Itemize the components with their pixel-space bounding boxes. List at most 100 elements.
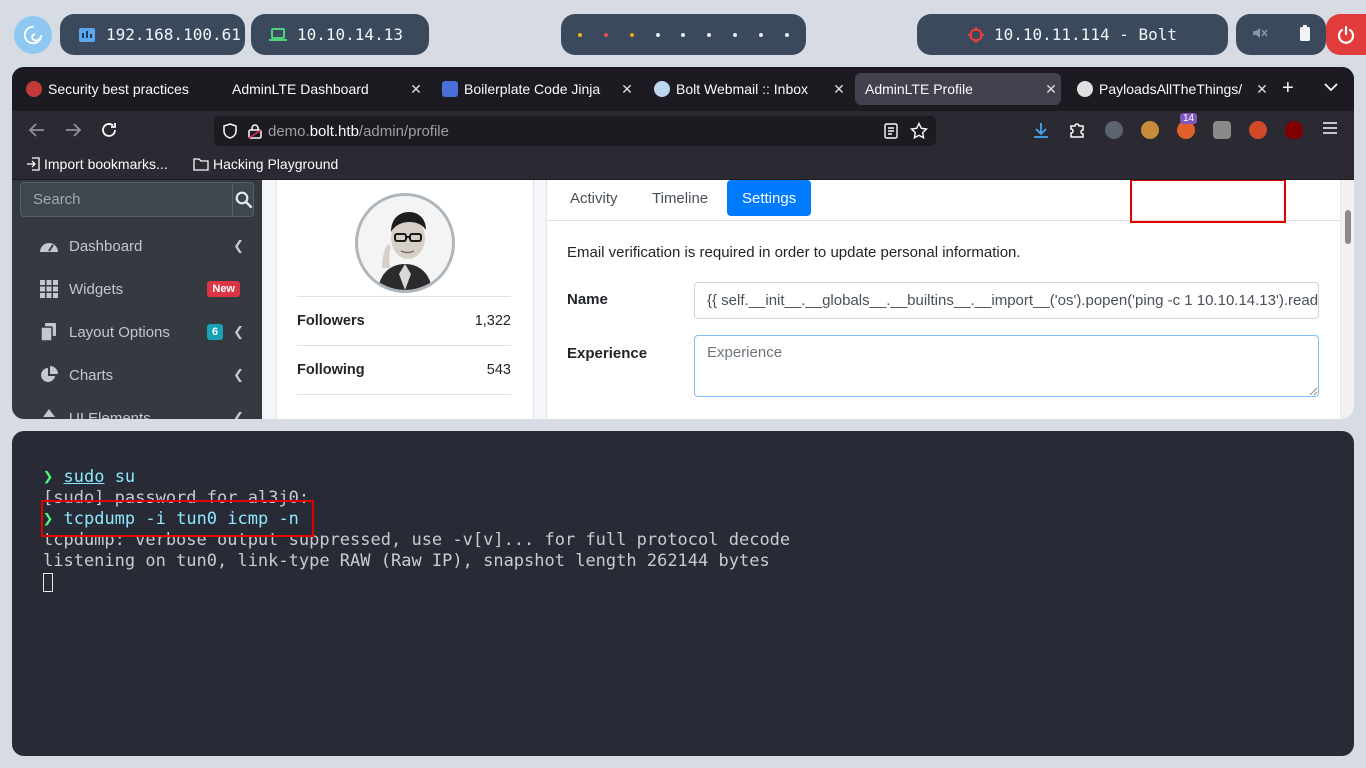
bookmark-folder-hacking-playground[interactable]: Hacking Playground [193, 156, 338, 172]
prompt-symbol: ❯ [43, 509, 54, 529]
bookmark-import[interactable]: Import bookmarks... [26, 156, 168, 172]
tab-adminlte-profile[interactable]: AdminLTE Profile ✕ [855, 73, 1061, 105]
reload-icon[interactable] [100, 121, 118, 144]
reader-view-icon[interactable] [884, 123, 898, 143]
url-subdomain: demo. [268, 122, 310, 140]
tab-label: Security best practices [48, 81, 189, 97]
workspace-dot[interactable] [759, 32, 764, 37]
close-tab-icon[interactable]: ✕ [1041, 81, 1061, 98]
workspace-dot[interactable] [629, 32, 634, 37]
power-button[interactable] [1326, 14, 1366, 55]
new-tab-plus-icon[interactable]: + [1282, 77, 1294, 100]
workspace-dot[interactable] [603, 32, 608, 37]
tab-boilerplate-code-jinja[interactable]: Boilerplate Code Jinja ✕ [432, 73, 637, 105]
local-ip-widget[interactable]: 192.168.100.61 [60, 14, 245, 55]
email-verification-notice: Email verification is required in order … [567, 244, 1021, 261]
tab-adminlte-dashboard[interactable]: AdminLTE Dashboard ✕ [222, 73, 426, 105]
browser-window: Security best practices AdminLTE Dashboa… [12, 67, 1354, 419]
workspace-dot[interactable] [655, 32, 660, 37]
volume-muted-icon[interactable] [1252, 25, 1268, 44]
chevron-left-icon: ❮ [233, 238, 244, 253]
url-bar[interactable]: demo.bolt.htb/admin/profile [214, 116, 936, 146]
lock-icon[interactable] [248, 123, 262, 139]
workspace-dot[interactable] [784, 32, 789, 37]
extension-wappalyzer-icon[interactable] [1213, 121, 1231, 139]
navigation-toolbar: demo.bolt.htb/admin/profile 14 [12, 111, 1354, 151]
back-arrow-icon[interactable] [28, 121, 46, 144]
forward-arrow-icon[interactable] [64, 121, 82, 144]
tab-label: PayloadsAllTheThings/ [1099, 81, 1243, 97]
profile-tabs: Activity Timeline Settings [547, 180, 1340, 221]
sidebar-search [20, 182, 254, 217]
close-tab-icon[interactable]: ✕ [406, 81, 426, 98]
stat-following: Following 543 [297, 345, 511, 394]
import-icon [26, 157, 40, 171]
tab-timeline[interactable]: Timeline [637, 180, 723, 216]
stat-value: 1,322 [474, 313, 511, 329]
list-all-tabs-chevron-down-icon[interactable] [1324, 79, 1338, 97]
stat-label: Followers [297, 313, 365, 329]
target-text: 10.10.11.114 - Bolt [993, 25, 1178, 44]
terminal-line-4: tcpdump: verbose output suppressed, use … [43, 530, 791, 550]
scrollbar-thumb[interactable] [1345, 210, 1351, 244]
workspace-dot[interactable] [707, 32, 712, 37]
workspace-dot[interactable] [733, 32, 738, 37]
shield-icon[interactable] [222, 123, 238, 139]
workspace-switcher[interactable] [561, 14, 806, 55]
sidebar-item-widgets[interactable]: Widgets New [38, 274, 244, 304]
os-menu-icon[interactable] [14, 16, 52, 54]
tachometer-icon [38, 238, 60, 254]
tab-payloadsallthethings[interactable]: PayloadsAllTheThings/ ✕ [1067, 73, 1272, 105]
prompt-symbol: ❯ [43, 467, 54, 487]
tab-label: Bolt Webmail :: Inbox [676, 81, 809, 97]
sidebar-item-charts[interactable]: Charts ❮ [38, 360, 244, 390]
url-text: demo.bolt.htb/admin/profile [268, 123, 449, 140]
resize-grip-icon[interactable] [1309, 387, 1317, 395]
extension-cookie-icon[interactable] [1141, 121, 1159, 139]
name-input[interactable]: {{ self.__init__.__globals__.__builtins_… [694, 282, 1319, 319]
sidebar-item-label: UI Elements [69, 409, 151, 420]
url-path: /admin/profile [358, 122, 449, 140]
sidebar-item-layout-options[interactable]: Layout Options 6 ❮ [38, 317, 244, 347]
downloads-icon[interactable] [1032, 121, 1050, 144]
tab-activity[interactable]: Activity [555, 180, 633, 216]
battery-icon[interactable] [1300, 24, 1310, 45]
target-widget[interactable]: 10.10.11.114 - Bolt [917, 14, 1228, 55]
extension-owl-icon[interactable] [1105, 121, 1123, 139]
sidebar-search-input[interactable] [21, 183, 232, 216]
terminal-window[interactable]: ❯ sudo su [sudo] password for al3j0: ❯ t… [12, 431, 1354, 756]
laptop-icon [269, 27, 287, 42]
hamburger-menu-icon[interactable] [1322, 121, 1338, 140]
command-args: su [104, 467, 136, 487]
tab-settings[interactable]: Settings [727, 180, 812, 216]
workspace-dot[interactable] [577, 32, 582, 37]
pie-chart-icon [38, 366, 60, 384]
extension-hacktools-icon[interactable] [1249, 121, 1267, 139]
boilerplate-favicon-icon [442, 81, 458, 97]
bookmark-star-icon[interactable] [909, 121, 929, 144]
sidebar-item-ui-elements[interactable]: UI Elements ❮ [38, 403, 244, 419]
sidebar-search-button[interactable] [232, 183, 253, 216]
extension-badge-count: 14 [1180, 113, 1198, 124]
tab-bolt-webmail[interactable]: Bolt Webmail :: Inbox ✕ [644, 73, 849, 105]
target-icon [967, 26, 984, 43]
close-tab-icon[interactable]: ✕ [829, 81, 849, 98]
network-icon [78, 27, 96, 43]
webmail-favicon-icon [654, 81, 670, 97]
extension-ublock-icon[interactable] [1285, 121, 1303, 139]
workspace-dot[interactable] [681, 32, 686, 37]
experience-textarea[interactable] [694, 335, 1319, 397]
new-badge: New [207, 281, 240, 297]
close-tab-icon[interactable]: ✕ [1252, 81, 1272, 98]
url-domain: bolt.htb [309, 122, 359, 140]
stat-row-divider [297, 394, 511, 419]
sidebar-item-dashboard[interactable]: Dashboard ❮ [38, 231, 244, 261]
vpn-ip-widget[interactable]: 10.10.14.13 [251, 14, 429, 55]
extensions-puzzle-icon[interactable] [1068, 121, 1086, 144]
page-scrollbar[interactable] [1342, 180, 1354, 419]
profile-card: Followers 1,322 Following 543 [277, 180, 533, 419]
close-tab-icon[interactable]: ✕ [617, 81, 637, 98]
tab-security-best-practices[interactable]: Security best practices [16, 73, 221, 105]
name-label: Name [567, 291, 608, 308]
system-tray [1236, 14, 1326, 55]
